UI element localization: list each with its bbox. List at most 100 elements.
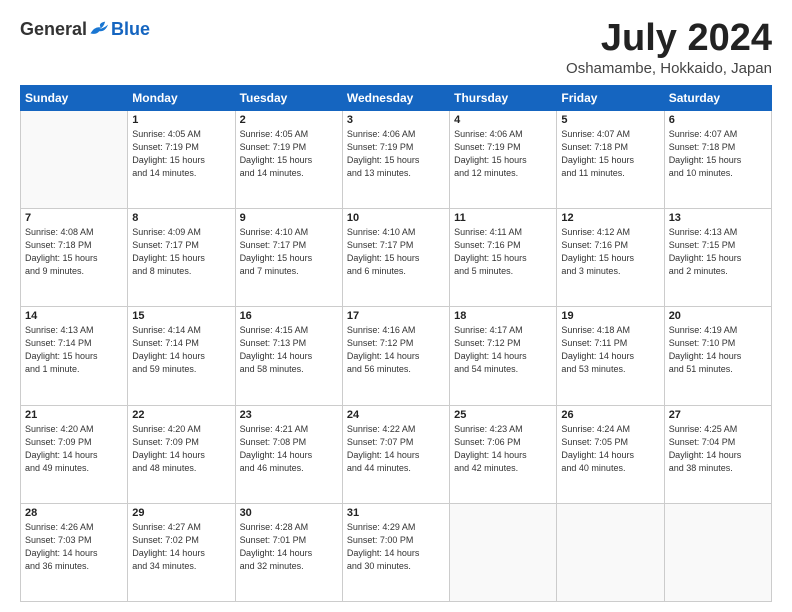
calendar-cell: 21 Sunrise: 4:20 AM Sunset: 7:09 PM Dayli… xyxy=(21,405,128,503)
day-number: 15 xyxy=(132,310,230,322)
day-number: 19 xyxy=(561,310,659,322)
calendar-cell: 6Sunrise: 4:07 AM Sunset: 7:18 PM Daylig… xyxy=(664,110,771,208)
calendar-cell: 4Sunrise: 4:06 AM Sunset: 7:19 PM Daylig… xyxy=(450,110,557,208)
day-number: 26 xyxy=(561,409,659,421)
calendar-cell xyxy=(21,110,128,208)
logo-blue-text: Blue xyxy=(111,19,150,40)
day-number: 16 xyxy=(240,310,338,322)
calendar-col-header: Thursday xyxy=(450,85,557,110)
day-info: Sunrise: 4:26 AM Sunset: 7:03 PM Dayligh… xyxy=(25,521,123,573)
calendar-col-header: Wednesday xyxy=(342,85,449,110)
day-info: Sunrise: 4:18 AM Sunset: 7:11 PM Dayligh… xyxy=(561,324,659,376)
calendar-week-row: 1 Sunrise: 4:05 AM Sunset: 7:19 PM Daylig… xyxy=(21,110,772,208)
day-info: Sunrise: 4:15 AM Sunset: 7:13 PM Dayligh… xyxy=(240,324,338,376)
day-number: 13 xyxy=(669,212,767,224)
calendar-col-header: Sunday xyxy=(21,85,128,110)
day-number: 8 xyxy=(132,212,230,224)
day-info: Sunrise: 4:13 AM Sunset: 7:14 PM Dayligh… xyxy=(25,324,123,376)
day-info: Sunrise: 4:20 AM Sunset: 7:09 PM Dayligh… xyxy=(25,423,123,475)
day-number: 12 xyxy=(561,212,659,224)
day-info: Sunrise: 4:25 AM Sunset: 7:04 PM Dayligh… xyxy=(669,423,767,475)
month-title: July 2024 xyxy=(566,18,772,60)
day-number: 29 xyxy=(132,507,230,519)
day-number: 14 xyxy=(25,310,123,322)
day-info: Sunrise: 4:13 AM Sunset: 7:15 PM Dayligh… xyxy=(669,226,767,278)
calendar-cell: 14 Sunrise: 4:13 AM Sunset: 7:14 PM Dayli… xyxy=(21,307,128,405)
calendar-cell: 16 Sunrise: 4:15 AM Sunset: 7:13 PM Dayli… xyxy=(235,307,342,405)
calendar-cell: 1 Sunrise: 4:05 AM Sunset: 7:19 PM Daylig… xyxy=(128,110,235,208)
day-info: Sunrise: 4:24 AM Sunset: 7:05 PM Dayligh… xyxy=(561,423,659,475)
day-info: Sunrise: 4:12 AM Sunset: 7:16 PM Dayligh… xyxy=(561,226,659,278)
day-info: Sunrise: 4:07 AM Sunset: 7:18 PM Dayligh… xyxy=(669,128,767,180)
day-info: Sunrise: 4:06 AM Sunset: 7:19 PM Dayligh… xyxy=(347,128,445,180)
calendar-cell xyxy=(664,503,771,601)
calendar-cell: 10 Sunrise: 4:10 AM Sunset: 7:17 PM Dayli… xyxy=(342,209,449,307)
calendar-week-row: 28 Sunrise: 4:26 AM Sunset: 7:03 PM Dayli… xyxy=(21,503,772,601)
page: General Blue July 2024 Oshamambe, Hokkai… xyxy=(0,0,792,612)
calendar-cell: 29 Sunrise: 4:27 AM Sunset: 7:02 PM Dayli… xyxy=(128,503,235,601)
calendar-cell: 2Sunrise: 4:05 AM Sunset: 7:19 PM Daylig… xyxy=(235,110,342,208)
day-info: Sunrise: 4:20 AM Sunset: 7:09 PM Dayligh… xyxy=(132,423,230,475)
day-info: Sunrise: 4:10 AM Sunset: 7:17 PM Dayligh… xyxy=(347,226,445,278)
day-number: 9 xyxy=(240,212,338,224)
day-info: Sunrise: 4:11 AM Sunset: 7:16 PM Dayligh… xyxy=(454,226,552,278)
calendar-col-header: Saturday xyxy=(664,85,771,110)
day-number: 18 xyxy=(454,310,552,322)
calendar-cell: 18 Sunrise: 4:17 AM Sunset: 7:12 PM Dayli… xyxy=(450,307,557,405)
day-info: Sunrise: 4:16 AM Sunset: 7:12 PM Dayligh… xyxy=(347,324,445,376)
day-number: 28 xyxy=(25,507,123,519)
calendar-cell: 9Sunrise: 4:10 AM Sunset: 7:17 PM Daylig… xyxy=(235,209,342,307)
day-number: 4 xyxy=(454,114,552,126)
calendar-cell: 22 Sunrise: 4:20 AM Sunset: 7:09 PM Dayli… xyxy=(128,405,235,503)
calendar-cell: 26 Sunrise: 4:24 AM Sunset: 7:05 PM Dayli… xyxy=(557,405,664,503)
day-number: 27 xyxy=(669,409,767,421)
calendar-cell: 7Sunrise: 4:08 AM Sunset: 7:18 PM Daylig… xyxy=(21,209,128,307)
calendar-cell xyxy=(557,503,664,601)
calendar-cell: 17 Sunrise: 4:16 AM Sunset: 7:12 PM Dayli… xyxy=(342,307,449,405)
day-number: 17 xyxy=(347,310,445,322)
day-number: 7 xyxy=(25,212,123,224)
title-area: July 2024 Oshamambe, Hokkaido, Japan xyxy=(566,18,772,77)
calendar-table: SundayMondayTuesdayWednesdayThursdayFrid… xyxy=(20,85,772,602)
day-info: Sunrise: 4:29 AM Sunset: 7:00 PM Dayligh… xyxy=(347,521,445,573)
calendar-col-header: Friday xyxy=(557,85,664,110)
calendar-cell: 24Sunrise: 4:22 AM Sunset: 7:07 PM Dayli… xyxy=(342,405,449,503)
day-info: Sunrise: 4:23 AM Sunset: 7:06 PM Dayligh… xyxy=(454,423,552,475)
calendar-cell: 8 Sunrise: 4:09 AM Sunset: 7:17 PM Daylig… xyxy=(128,209,235,307)
logo-general-text: General xyxy=(20,19,87,40)
day-number: 22 xyxy=(132,409,230,421)
day-number: 25 xyxy=(454,409,552,421)
day-number: 2 xyxy=(240,114,338,126)
day-info: Sunrise: 4:09 AM Sunset: 7:17 PM Dayligh… xyxy=(132,226,230,278)
day-number: 21 xyxy=(25,409,123,421)
day-number: 23 xyxy=(240,409,338,421)
calendar-cell: 13 Sunrise: 4:13 AM Sunset: 7:15 PM Dayli… xyxy=(664,209,771,307)
calendar-cell: 19 Sunrise: 4:18 AM Sunset: 7:11 PM Dayli… xyxy=(557,307,664,405)
day-info: Sunrise: 4:21 AM Sunset: 7:08 PM Dayligh… xyxy=(240,423,338,475)
calendar-cell: 3Sunrise: 4:06 AM Sunset: 7:19 PM Daylig… xyxy=(342,110,449,208)
day-number: 31 xyxy=(347,507,445,519)
calendar-cell: 30Sunrise: 4:28 AM Sunset: 7:01 PM Dayli… xyxy=(235,503,342,601)
calendar-week-row: 14 Sunrise: 4:13 AM Sunset: 7:14 PM Dayli… xyxy=(21,307,772,405)
day-info: Sunrise: 4:22 AM Sunset: 7:07 PM Dayligh… xyxy=(347,423,445,475)
day-info: Sunrise: 4:05 AM Sunset: 7:19 PM Dayligh… xyxy=(132,128,230,180)
day-number: 10 xyxy=(347,212,445,224)
calendar-cell: 28 Sunrise: 4:26 AM Sunset: 7:03 PM Dayli… xyxy=(21,503,128,601)
header: General Blue July 2024 Oshamambe, Hokkai… xyxy=(20,18,772,77)
calendar-cell: 25 Sunrise: 4:23 AM Sunset: 7:06 PM Dayli… xyxy=(450,405,557,503)
calendar-header-row: SundayMondayTuesdayWednesdayThursdayFrid… xyxy=(21,85,772,110)
day-info: Sunrise: 4:27 AM Sunset: 7:02 PM Dayligh… xyxy=(132,521,230,573)
calendar-cell: 23 Sunrise: 4:21 AM Sunset: 7:08 PM Dayli… xyxy=(235,405,342,503)
day-info: Sunrise: 4:19 AM Sunset: 7:10 PM Dayligh… xyxy=(669,324,767,376)
calendar-week-row: 7Sunrise: 4:08 AM Sunset: 7:18 PM Daylig… xyxy=(21,209,772,307)
calendar-cell: 5Sunrise: 4:07 AM Sunset: 7:18 PM Daylig… xyxy=(557,110,664,208)
day-info: Sunrise: 4:28 AM Sunset: 7:01 PM Dayligh… xyxy=(240,521,338,573)
calendar-cell: 11 Sunrise: 4:11 AM Sunset: 7:16 PM Dayli… xyxy=(450,209,557,307)
day-number: 11 xyxy=(454,212,552,224)
logo: General Blue xyxy=(20,18,150,40)
calendar-cell: 12 Sunrise: 4:12 AM Sunset: 7:16 PM Dayli… xyxy=(557,209,664,307)
day-info: Sunrise: 4:17 AM Sunset: 7:12 PM Dayligh… xyxy=(454,324,552,376)
day-number: 1 xyxy=(132,114,230,126)
calendar-cell: 27 Sunrise: 4:25 AM Sunset: 7:04 PM Dayli… xyxy=(664,405,771,503)
calendar-col-header: Monday xyxy=(128,85,235,110)
